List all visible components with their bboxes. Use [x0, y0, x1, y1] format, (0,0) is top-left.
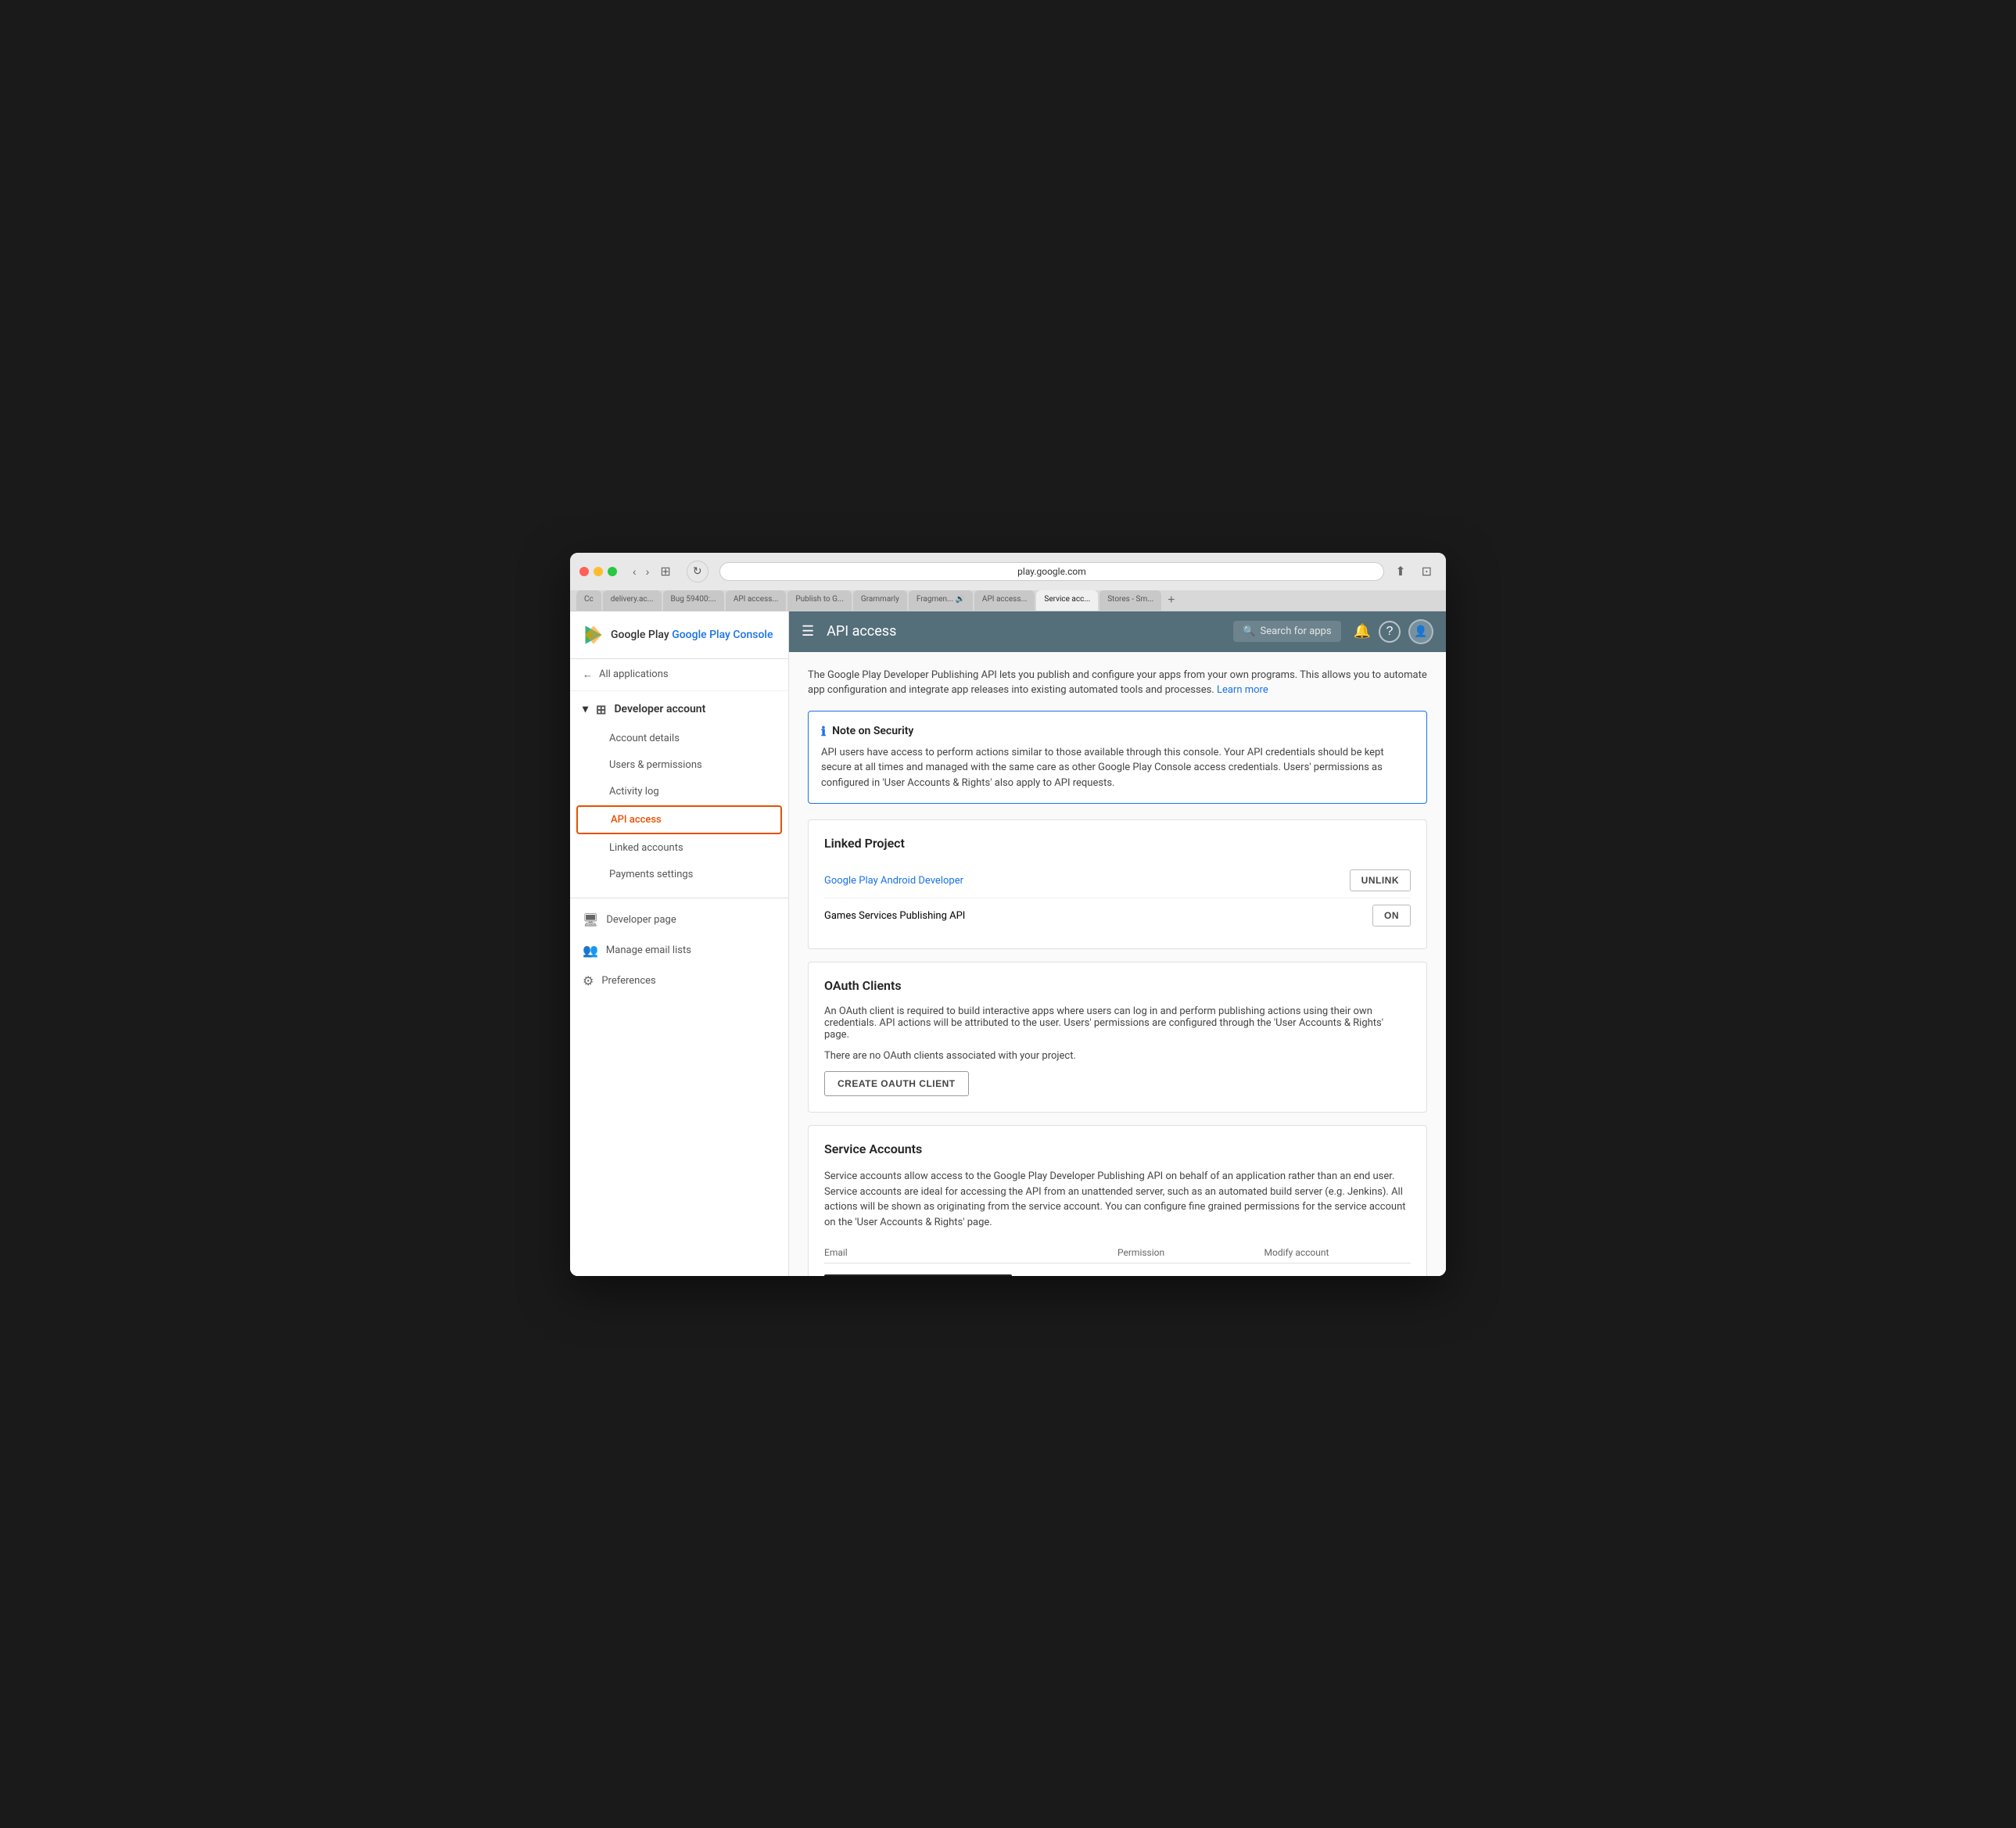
- tab-overview-button[interactable]: ⊞: [655, 562, 675, 581]
- sidebar-item-linked-accounts[interactable]: Linked accounts: [576, 835, 782, 861]
- page-title: API access: [827, 623, 1221, 640]
- modify-column-header: Modify account: [1264, 1247, 1412, 1258]
- browser-tab-6[interactable]: Fragmen... 🔊: [909, 590, 973, 611]
- grid-icon: ⊞: [596, 702, 606, 717]
- games-services-on-button[interactable]: ON: [1372, 905, 1411, 927]
- main-content: ☰ API access 🔍 Search for apps 🔔 ? 👤: [789, 611, 1446, 1276]
- browser-tab-3[interactable]: API access...: [726, 590, 786, 611]
- email-cell: [824, 1274, 1117, 1276]
- browser-tab-9[interactable]: Stores - Sm...: [1099, 590, 1161, 611]
- search-icon: 🔍: [1243, 625, 1255, 637]
- info-icon: ℹ: [821, 724, 826, 739]
- service-accounts-title: Service Accounts: [824, 1142, 1411, 1156]
- browser-tab-1[interactable]: delivery.ac...: [603, 590, 662, 611]
- create-oauth-client-button[interactable]: CREATE OAUTH CLIENT: [824, 1071, 969, 1096]
- new-tab-button[interactable]: ⊡: [1417, 562, 1437, 581]
- linked-project-title: Linked Project: [824, 836, 1411, 851]
- google-play-icon: [583, 624, 604, 646]
- logo-text: Google Play Google Play Console: [611, 629, 773, 641]
- browser-tab-5[interactable]: Grammarly: [853, 590, 907, 611]
- browser-tab-2[interactable]: Bug 59400:...: [663, 590, 724, 611]
- oauth-clients-title: OAuth Clients: [824, 978, 1411, 993]
- traffic-lights: [579, 567, 617, 576]
- linked-project-section: Linked Project Google Play Android Devel…: [808, 819, 1427, 949]
- security-note: ℹ Note on Security API users have access…: [808, 711, 1427, 805]
- sidebar-item-api-access[interactable]: API access: [576, 805, 782, 834]
- service-accounts-table-header: Email Permission Modify account: [824, 1242, 1411, 1263]
- oauth-no-clients-text: There are no OAuth clients associated wi…: [824, 1050, 1411, 1062]
- sidebar: Google Play Google Play Console ← All ap…: [570, 611, 789, 1276]
- sidebar-item-manage-email-lists[interactable]: 👥 Manage email lists: [570, 935, 788, 966]
- people-icon: 👥: [583, 943, 598, 958]
- service-accounts-description: Service accounts allow access to the Goo…: [824, 1169, 1411, 1230]
- oauth-description-0: An OAuth client is required to build int…: [824, 1005, 1411, 1041]
- minimize-button[interactable]: [594, 567, 603, 576]
- nav-buttons: ‹ › ⊞: [630, 562, 676, 581]
- sidebar-item-developer-page[interactable]: 🖥 Developer page: [570, 905, 788, 935]
- security-note-text: API users have access to perform actions…: [821, 745, 1414, 791]
- sidebar-item-activity-log[interactable]: Activity log: [576, 779, 782, 805]
- help-button[interactable]: ?: [1379, 621, 1401, 643]
- content-body: The Google Play Developer Publishing API…: [789, 652, 1446, 1276]
- browser-tab-8[interactable]: Service acc...: [1036, 590, 1098, 611]
- back-nav-button[interactable]: ‹: [630, 562, 640, 581]
- chevron-icon: ▾: [583, 703, 588, 715]
- linked-project-name-0: Google Play Android Developer: [824, 875, 1337, 887]
- linked-project-row-1: Games Services Publishing API ON: [824, 898, 1411, 933]
- hamburger-menu-button[interactable]: ☰: [802, 623, 814, 640]
- sidebar-item-account-details[interactable]: Account details: [576, 726, 782, 751]
- learn-more-link[interactable]: Learn more: [1217, 684, 1268, 696]
- sidebar-item-preferences[interactable]: ⚙ Preferences: [570, 966, 788, 996]
- back-arrow-icon: ←: [583, 668, 593, 681]
- oauth-clients-section: OAuth Clients An OAuth client is require…: [808, 962, 1427, 1113]
- browser-window: ‹ › ⊞ ↻ play.google.com ⬆ ⊡ Cc delivery.…: [570, 553, 1446, 1276]
- developer-account-header[interactable]: ▾ ⊞ Developer account: [570, 694, 788, 725]
- notifications-button[interactable]: 🔔: [1354, 623, 1371, 640]
- modify-cell: View in Google Developers Console: [1264, 1273, 1412, 1276]
- top-bar-actions: 🔔 ? 👤: [1354, 619, 1433, 644]
- email-column-header: Email: [824, 1247, 1117, 1258]
- browser-tabs: Cc delivery.ac... Bug 59400:... API acce…: [570, 590, 1446, 611]
- api-description: The Google Play Developer Publishing API…: [808, 668, 1427, 698]
- back-to-applications[interactable]: ← All applications: [570, 659, 788, 691]
- title-bar: ‹ › ⊞ ↻ play.google.com ⬆ ⊡: [570, 553, 1446, 590]
- sliders-icon: ⚙: [583, 973, 594, 988]
- browser-chrome: ‹ › ⊞ ↻ play.google.com ⬆ ⊡ Cc delivery.…: [570, 553, 1446, 611]
- google-play-android-developer-link[interactable]: Google Play Android Developer: [824, 875, 963, 887]
- sidebar-item-payments-settings[interactable]: Payments settings: [576, 862, 782, 887]
- browser-tab-0[interactable]: Cc: [576, 590, 601, 611]
- browser-tab-7[interactable]: API access...: [974, 590, 1035, 611]
- browser-tab-4[interactable]: Publish to G...: [787, 590, 852, 611]
- sidebar-item-users-permissions[interactable]: Users & permissions: [576, 752, 782, 778]
- forward-nav-button[interactable]: ›: [643, 562, 653, 581]
- security-note-header: ℹ Note on Security: [821, 724, 1414, 739]
- service-account-row: GRANT ACCESS View in Google Developers C…: [824, 1267, 1411, 1276]
- reload-button[interactable]: ↻: [687, 561, 708, 582]
- close-button[interactable]: [579, 567, 589, 576]
- share-button[interactable]: ⬆: [1390, 562, 1410, 581]
- email-redacted-value: [824, 1274, 1012, 1276]
- user-avatar[interactable]: 👤: [1408, 619, 1433, 644]
- maximize-button[interactable]: [608, 567, 617, 576]
- address-bar[interactable]: play.google.com: [719, 562, 1384, 581]
- developer-account-section: ▾ ⊞ Developer account Account details Us…: [570, 691, 788, 891]
- sidebar-logo: Google Play Google Play Console: [570, 611, 788, 659]
- service-accounts-section: Service Accounts Service accounts allow …: [808, 1125, 1427, 1276]
- permission-column-header: Permission: [1117, 1247, 1264, 1258]
- unlink-button[interactable]: UNLINK: [1350, 869, 1411, 891]
- linked-project-row-0: Google Play Android Developer UNLINK: [824, 863, 1411, 898]
- avatar-icon: 👤: [1414, 625, 1427, 638]
- monitor-icon: 🖥: [583, 912, 598, 927]
- app-container: Google Play Google Play Console ← All ap…: [570, 611, 1446, 1276]
- top-bar: ☰ API access 🔍 Search for apps 🔔 ? 👤: [789, 611, 1446, 652]
- add-tab-button[interactable]: +: [1163, 590, 1179, 611]
- linked-project-name-1: Games Services Publishing API: [824, 910, 1360, 922]
- search-bar[interactable]: 🔍 Search for apps: [1233, 621, 1340, 642]
